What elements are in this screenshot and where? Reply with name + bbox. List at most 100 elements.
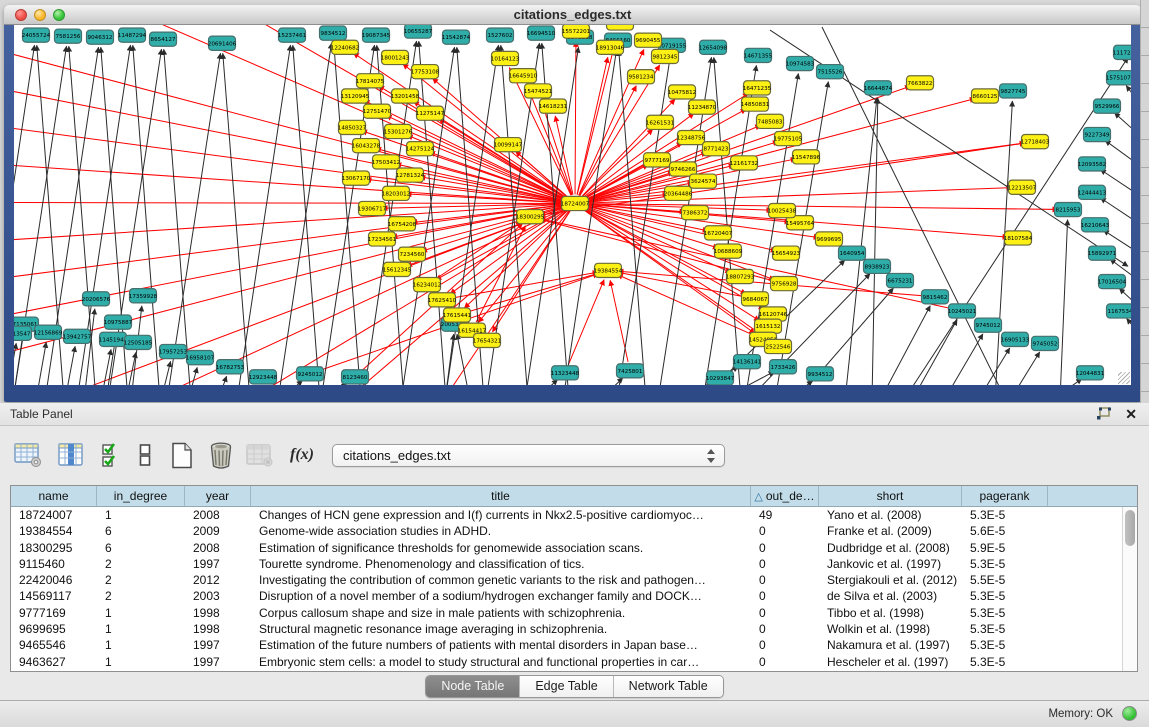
graph-node[interactable]: 7425801 <box>617 364 644 378</box>
graph-node[interactable]: 13201458 <box>391 89 420 103</box>
graph-node[interactable]: 16905133 <box>1001 332 1030 346</box>
graph-node[interactable]: 14850327 <box>338 120 367 134</box>
graph-node[interactable]: 15301276 <box>384 124 413 138</box>
graph-node[interactable]: 20364486 <box>664 186 693 200</box>
network-canvas[interactable]: 2405572475812569046312114872948654127206… <box>14 25 1131 385</box>
red-edge[interactable] <box>577 33 617 195</box>
table-row[interactable]: 2242004622012Investigating the contribut… <box>11 572 1137 588</box>
graph-node[interactable]: 8660125 <box>972 89 999 103</box>
black-edge[interactable] <box>880 306 930 385</box>
graph-node[interactable]: 15751074 <box>1106 71 1131 85</box>
zoom-window-button[interactable] <box>53 9 65 21</box>
graph-node[interactable]: 1640954 <box>839 246 866 260</box>
column-header-pagerank[interactable]: pagerank <box>962 486 1048 506</box>
table-settings-icon[interactable] <box>14 442 42 468</box>
red-edge[interactable] <box>569 280 605 365</box>
graph-node[interactable]: 14136141 <box>733 355 762 369</box>
graph-node[interactable]: 7581256 <box>55 29 82 43</box>
graph-node[interactable]: 9827745 <box>1000 84 1027 98</box>
graph-node[interactable]: 10975887 <box>104 315 133 329</box>
graph-node[interactable]: 18107584 <box>1004 231 1033 245</box>
graph-node[interactable]: 12751470 <box>363 104 392 118</box>
graph-node[interactable]: 16210643 <box>1081 218 1110 232</box>
row-height-icon[interactable] <box>138 442 152 468</box>
table-row[interactable]: 977716911998Corpus callosum shape and si… <box>11 605 1137 621</box>
graph-node[interactable]: 17814075 <box>356 74 385 88</box>
graph-node[interactable]: 20691406 <box>208 36 237 50</box>
network-graph[interactable]: 2405572475812569046312114872948654127206… <box>14 25 1131 385</box>
column-header-out_de…[interactable]: △out_de… <box>751 486 819 506</box>
graph-node[interactable]: 11547896 <box>792 150 821 164</box>
graph-node[interactable]: 9245012 <box>297 367 324 381</box>
graph-node[interactable]: 13067170 <box>342 171 371 185</box>
graph-node[interactable]: 10025438 <box>768 203 797 217</box>
graph-node[interactable]: 3624574 <box>690 174 717 188</box>
graph-node[interactable]: 9812345 <box>652 49 679 63</box>
graph-node[interactable]: 17625410 <box>428 293 457 307</box>
graph-node[interactable]: 10293847 <box>706 371 735 385</box>
black-edge[interactable] <box>1060 220 1068 385</box>
graph-node[interactable]: 9227349 <box>1084 127 1111 141</box>
graph-node[interactable]: 17615441 <box>443 308 472 322</box>
graph-node[interactable]: 16043278 <box>352 139 381 153</box>
graph-node[interactable]: 7485083 <box>757 114 784 128</box>
graph-node[interactable]: 9690455 <box>635 33 662 47</box>
graph-node[interactable]: 16958107 <box>186 351 215 365</box>
table-row[interactable]: 1938455462009Genome-wide association stu… <box>11 523 1137 539</box>
graph-node[interactable]: 1733426 <box>770 360 797 374</box>
graph-node[interactable]: 16645910 <box>509 69 538 83</box>
close-window-button[interactable] <box>15 9 27 21</box>
graph-node[interactable]: 16720407 <box>704 226 733 240</box>
graph-node[interactable]: 15892971 <box>1088 246 1117 260</box>
column-visibility-icon[interactable] <box>58 442 84 468</box>
black-edge[interactable] <box>133 45 160 385</box>
graph-node[interactable]: 15572201 <box>562 25 591 38</box>
black-edge[interactable] <box>563 50 616 385</box>
graph-node[interactable]: 16261531 <box>646 115 675 129</box>
function-builder-icon[interactable]: f(x) <box>290 446 314 464</box>
graph-node[interactable]: 12654098 <box>699 40 728 54</box>
column-header-title[interactable]: title <box>251 486 751 506</box>
red-edge[interactable] <box>440 211 570 385</box>
graph-node[interactable]: 19087345 <box>362 28 391 42</box>
graph-node[interactable]: 8771423 <box>703 142 730 156</box>
graph-node[interactable]: 7386372 <box>682 206 709 220</box>
graph-node[interactable]: 11487294 <box>118 28 147 42</box>
graph-node[interactable]: 12923448 <box>249 370 278 384</box>
black-edge[interactable] <box>1010 352 1040 385</box>
column-header-in_degree[interactable]: in_degree <box>97 486 185 506</box>
graph-node[interactable]: 16644874 <box>864 81 893 95</box>
new-table-icon[interactable] <box>170 442 194 469</box>
table-scrollbar[interactable] <box>1122 507 1137 671</box>
graph-node[interactable]: 8215953 <box>1055 202 1082 216</box>
graph-node[interactable]: 17359928 <box>129 289 158 303</box>
delete-table-icon[interactable] <box>208 441 234 469</box>
graph-node[interactable]: 9815462 <box>922 290 949 304</box>
graph-node[interactable]: 9046312 <box>87 30 114 44</box>
graph-node[interactable]: 11234870 <box>688 100 717 114</box>
red-edge[interactable] <box>14 202 566 203</box>
graph-node[interactable]: 16782753 <box>216 360 245 374</box>
graph-node[interactable]: 17016504 <box>1098 274 1127 288</box>
tab-edge-table[interactable]: Edge Table <box>520 676 613 697</box>
graph-node[interactable]: 11323448 <box>551 366 580 380</box>
graph-node[interactable]: 16234012 <box>413 278 442 292</box>
graph-node[interactable]: 9529966 <box>1094 99 1121 113</box>
close-panel-icon[interactable]: ✕ <box>1125 406 1137 422</box>
graph-node[interactable]: 10245021 <box>948 304 977 318</box>
graph-node[interactable]: 9777169 <box>644 153 671 167</box>
graph-node[interactable]: 17503412 <box>372 155 401 169</box>
graph-node[interactable]: 9699695 <box>816 232 843 246</box>
graph-node[interactable]: 3913547 <box>14 326 32 340</box>
black-edge[interactable] <box>1114 113 1131 145</box>
table-row[interactable]: 911546021997Tourette syndrome. Phenomeno… <box>11 556 1137 572</box>
graph-node[interactable]: 7663822 <box>907 76 934 90</box>
graph-node[interactable]: 11275147 <box>416 106 445 120</box>
select-rows-icon[interactable] <box>100 442 122 468</box>
black-edge[interactable] <box>1127 319 1131 346</box>
float-panel-icon[interactable] <box>1096 407 1111 421</box>
table-selector-dropdown[interactable]: citations_edges.txt <box>332 444 725 467</box>
graph-node[interactable]: 10688609 <box>714 244 743 258</box>
red-edge[interactable] <box>14 121 566 202</box>
graph-node[interactable]: 12161732 <box>730 156 759 170</box>
